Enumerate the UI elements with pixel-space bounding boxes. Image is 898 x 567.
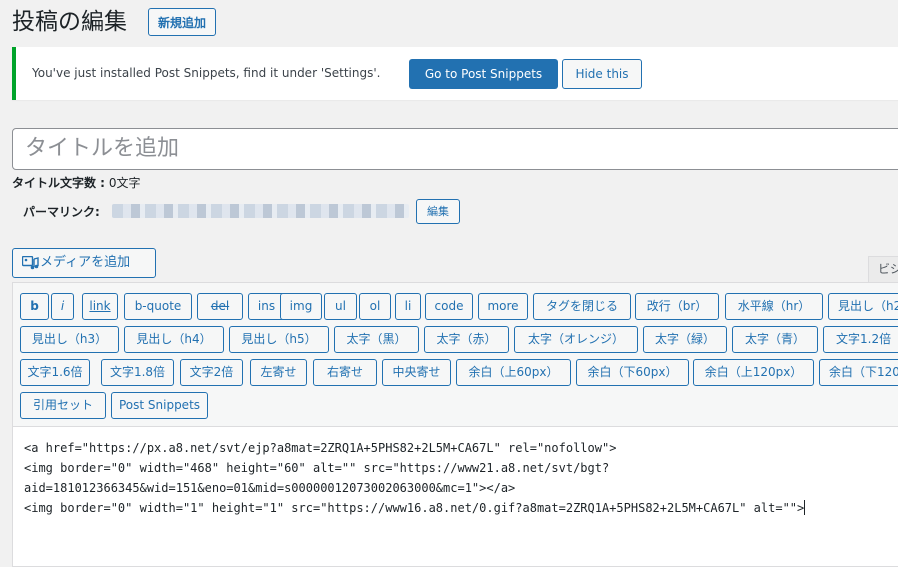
qt-h3-button[interactable]: 見出し（h3） xyxy=(20,326,119,353)
qt-post-snippets-button[interactable]: Post Snippets xyxy=(111,392,208,419)
qt-bold-orange-button[interactable]: 太字（オレンジ） xyxy=(514,326,638,353)
qt-text-1-6x-button[interactable]: 文字1.6倍 xyxy=(20,359,90,386)
qt-bold-blue-button[interactable]: 太字（青） xyxy=(732,326,818,353)
content-code: <a href="https://px.a8.net/svt/ejp?a8mat… xyxy=(24,438,806,518)
qt-link-button[interactable]: link xyxy=(82,293,118,320)
title-char-count: タイトル文字数 : 0文字 xyxy=(12,174,140,192)
qt-margin-top-60-button[interactable]: 余白（上60px） xyxy=(456,359,571,386)
add-new-button[interactable]: 新規追加 xyxy=(148,8,217,36)
qt-quote-set-button[interactable]: 引用セット xyxy=(20,392,106,419)
qt-code-button[interactable]: code xyxy=(425,293,473,320)
tab-visual[interactable]: ビジュアル xyxy=(868,256,898,324)
qt-margin-top-120-button[interactable]: 余白（上120px） xyxy=(693,359,814,386)
qt-italic-button[interactable]: i xyxy=(51,293,74,320)
content-line: <img border="0" width="468" height="60" … xyxy=(24,461,610,475)
qt-margin-bottom-60-button[interactable]: 余白（下60px） xyxy=(576,359,689,386)
edit-permalink-button[interactable]: 編集 xyxy=(416,199,460,224)
qt-h5-button[interactable]: 見出し（h5） xyxy=(229,326,329,353)
qt-align-left-button[interactable]: 左寄せ xyxy=(250,359,307,386)
qt-del-button[interactable]: del xyxy=(197,293,243,320)
qt-text-2x-button[interactable]: 文字2倍 xyxy=(180,359,243,386)
text-cursor xyxy=(804,500,806,515)
page-title: 投稿の編集 xyxy=(12,9,127,35)
qt-bold-button[interactable]: b xyxy=(20,293,49,320)
media-icon xyxy=(22,256,39,270)
qt-close-tags-button[interactable]: タグを閉じる xyxy=(533,293,631,320)
permalink-label: パーマリンク: xyxy=(23,205,100,219)
qt-bold-black-button[interactable]: 太字（黒） xyxy=(334,326,419,353)
title-count-label: タイトル文字数 : xyxy=(12,176,105,190)
qt-br-button[interactable]: 改行（br） xyxy=(635,293,719,320)
permalink-url-blurred[interactable] xyxy=(112,204,409,218)
qt-align-center-button[interactable]: 中央寄せ xyxy=(382,359,451,386)
content-line: <a href="https://px.a8.net/svt/ejp?a8mat… xyxy=(24,441,617,455)
qt-text-1-2x-button[interactable]: 文字1.2倍 xyxy=(823,326,898,353)
qt-bold-green-button[interactable]: 太字（緑） xyxy=(643,326,727,353)
qt-li-button[interactable]: li xyxy=(395,293,421,320)
qt-margin-bottom-120-button[interactable]: 余白（下120px） xyxy=(819,359,898,386)
quicktags-toolbar: b i link b-quote del ins img ul ol li co… xyxy=(12,282,898,427)
qt-bquote-button[interactable]: b-quote xyxy=(124,293,192,320)
hide-notice-button[interactable]: Hide this xyxy=(562,59,642,89)
go-to-post-snippets-button[interactable]: Go to Post Snippets xyxy=(409,59,558,89)
qt-text-1-8x-button[interactable]: 文字1.8倍 xyxy=(101,359,174,386)
qt-hr-button[interactable]: 水平線（hr） xyxy=(725,293,823,320)
qt-ul-button[interactable]: ul xyxy=(324,293,357,320)
qt-img-button[interactable]: img xyxy=(280,293,322,320)
qt-ol-button[interactable]: ol xyxy=(359,293,391,320)
title-input[interactable]: タイトルを追加 xyxy=(12,128,898,170)
qt-align-right-button[interactable]: 右寄せ xyxy=(313,359,377,386)
content-line: aid=181012366345&wid=151&eno=01&mid=s000… xyxy=(24,481,516,495)
qt-bold-red-button[interactable]: 太字（赤） xyxy=(424,326,509,353)
qt-h4-button[interactable]: 見出し（h4） xyxy=(124,326,224,353)
title-count-value: 0文字 xyxy=(108,176,141,190)
qt-h2-button[interactable]: 見出し（h2） xyxy=(828,293,898,320)
qt-more-button[interactable]: more xyxy=(478,293,528,320)
content-line: <img border="0" width="1" height="1" src… xyxy=(24,500,806,515)
notice-text: You've just installed Post Snippets, fin… xyxy=(32,66,381,80)
